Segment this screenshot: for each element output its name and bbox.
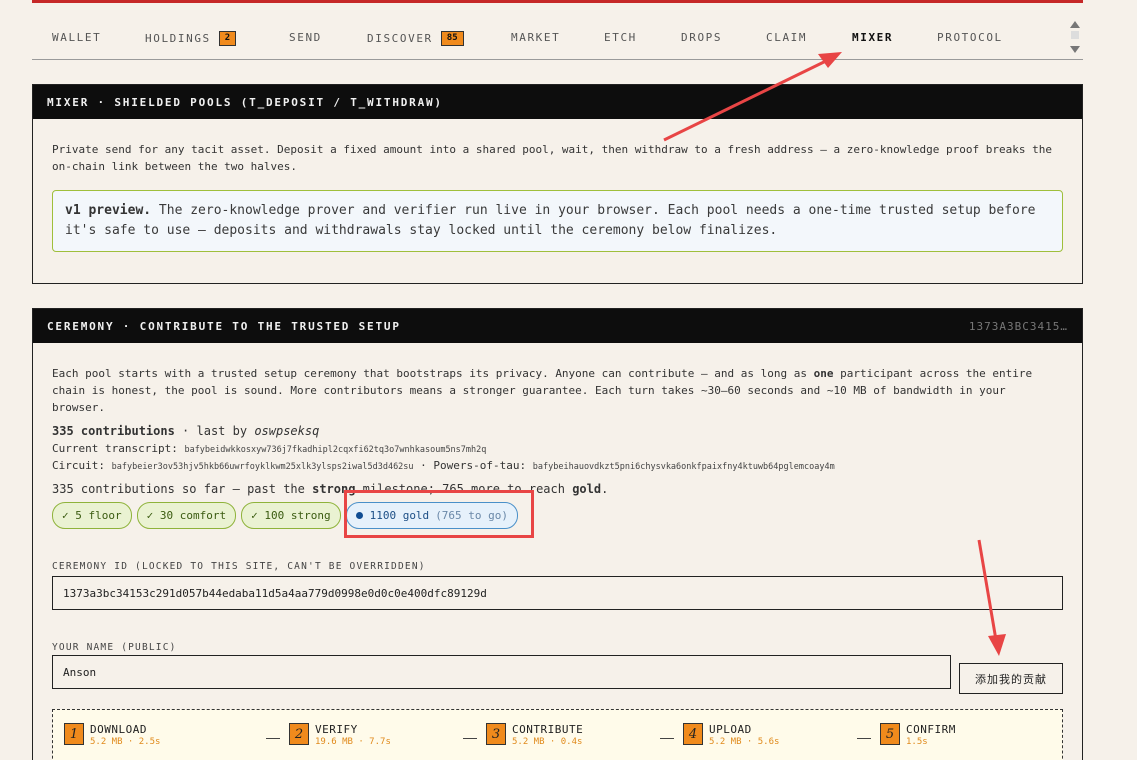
ceremony-id-field: 1373a3bc34153c291d057b44edaba11d5a4aa779… bbox=[52, 576, 1063, 610]
step-separator bbox=[857, 738, 871, 739]
transcript-line: Current transcript: bafybeidwkkosxyw736j… bbox=[52, 442, 487, 455]
ceremony-title: CEREMONY · CONTRIBUTE TO THE TRUSTED SET… bbox=[47, 319, 401, 333]
main-nav: WALLET HOLDINGS 2 SEND DISCOVER 85 MARKET … bbox=[32, 18, 1083, 60]
step-download: 1 DOWNLOAD 5.2 MB · 2.5s bbox=[64, 723, 160, 749]
step-contribute: 3 CONTRIBUTE 5.2 MB · 0.4s bbox=[486, 723, 583, 749]
annotation-highlight-box bbox=[344, 490, 534, 538]
notice-bold-label: v1 preview. bbox=[65, 203, 152, 218]
mixer-panel: MIXER · SHIELDED POOLS (T_DEPOSIT / T_WI… bbox=[32, 84, 1083, 284]
nav-tab-market[interactable]: MARKET bbox=[511, 31, 560, 44]
ceremony-description: Each pool starts with a trusted setup ce… bbox=[52, 367, 1033, 414]
step-upload: 4 UPLOAD 5.2 MB · 5.6s bbox=[683, 723, 779, 749]
nav-tab-etch[interactable]: ETCH bbox=[604, 31, 637, 44]
mixer-description: Private send for any tacit asset. Deposi… bbox=[52, 143, 1053, 173]
nav-tab-drops[interactable]: DROPS bbox=[681, 31, 722, 44]
tau-cid: bafybeihauovdkzt5pni6chysvka6onkfpaixfny… bbox=[532, 462, 835, 472]
circuit-line: Circuit: bafybeier3ov53hjv5hkb66uwrfoykl… bbox=[52, 459, 835, 472]
contributions-stat: 335 contributions · last by oswpseksq bbox=[52, 424, 320, 438]
holdings-count-badge: 2 bbox=[218, 31, 237, 46]
notice-text: The zero-knowledge prover and verifier r… bbox=[65, 203, 1036, 238]
preview-notice: v1 preview. The zero-knowledge prover an… bbox=[52, 190, 1063, 252]
step-separator bbox=[660, 738, 674, 739]
step-separator bbox=[463, 738, 477, 739]
discover-count-badge: 85 bbox=[440, 31, 464, 46]
nav-tab-send[interactable]: SEND bbox=[289, 31, 322, 44]
nav-tab-wallet[interactable]: WALLET bbox=[52, 31, 101, 44]
step-confirm: 5 CONFIRM 1.5s bbox=[880, 723, 956, 749]
nav-tab-mixer[interactable]: MIXER bbox=[852, 31, 893, 44]
contribution-steps: 1 DOWNLOAD 5.2 MB · 2.5s 2 VERIFY 19.6 MB · … bbox=[52, 709, 1063, 760]
transcript-cid: bafybeidwkkosxyw736j7fkadhipl2cqxfi62tq3… bbox=[184, 445, 487, 455]
ceremony-panel-header: CEREMONY · CONTRIBUTE TO THE TRUSTED SET… bbox=[33, 309, 1082, 343]
milestone-pills: ✓ 5 floor ✓ 30 comfort ✓ 100 strong 1100… bbox=[52, 502, 1063, 529]
mixer-panel-header: MIXER · SHIELDED POOLS (T_DEPOSIT / T_WI… bbox=[33, 85, 1082, 119]
milestone-pill-strong: ✓ 100 strong bbox=[241, 502, 341, 529]
step-verify: 2 VERIFY 19.6 MB · 7.7s bbox=[289, 723, 391, 749]
scroll-thumb[interactable] bbox=[1071, 31, 1079, 39]
mixer-title: MIXER · SHIELDED POOLS (T_DEPOSIT / T_WI… bbox=[47, 95, 443, 109]
milestone-pill-comfort: ✓ 30 comfort bbox=[136, 502, 237, 529]
milestone-summary: 335 contributions so far — past the stro… bbox=[52, 482, 609, 496]
nav-tab-discover[interactable]: DISCOVER 85 bbox=[367, 31, 464, 46]
scroll-down-icon[interactable] bbox=[1070, 46, 1080, 53]
name-label: YOUR NAME (PUBLIC) bbox=[52, 642, 177, 653]
last-contributor: oswpseksq bbox=[254, 424, 320, 438]
milestone-pill-floor: ✓ 5 floor bbox=[52, 502, 132, 529]
add-contribution-button[interactable]: 添加我的贡献 bbox=[959, 663, 1063, 694]
scroll-up-icon[interactable] bbox=[1070, 21, 1080, 28]
top-accent-rule bbox=[32, 0, 1083, 3]
ceremony-id-label: CEREMONY ID (LOCKED TO THIS SITE, CAN'T … bbox=[52, 561, 426, 572]
name-input[interactable]: Anson bbox=[52, 655, 951, 689]
ceremony-panel: CEREMONY · CONTRIBUTE TO THE TRUSTED SET… bbox=[32, 308, 1083, 760]
circuit-cid: bafybeier3ov53hjv5hkb66uwrfoyklkwm25xlk3… bbox=[111, 462, 414, 472]
nav-tab-protocol[interactable]: PROTOCOL bbox=[937, 31, 1003, 44]
nav-tab-holdings[interactable]: HOLDINGS 2 bbox=[145, 31, 237, 46]
ceremony-hash-short: 1373A3BC3415… bbox=[968, 319, 1068, 333]
nav-scroll-control[interactable] bbox=[1067, 18, 1083, 56]
nav-tab-claim[interactable]: CLAIM bbox=[766, 31, 807, 44]
step-separator bbox=[266, 738, 280, 739]
